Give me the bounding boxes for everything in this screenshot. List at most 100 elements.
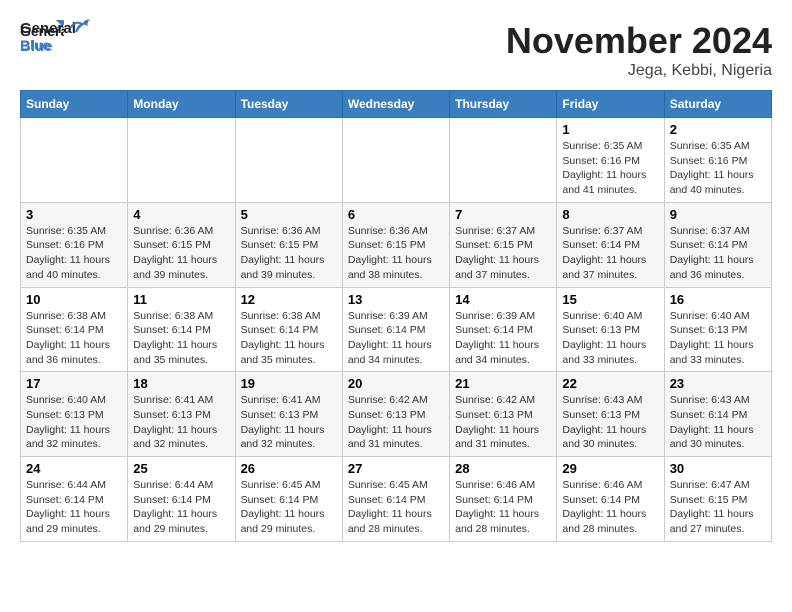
calendar-cell: 29Sunrise: 6:46 AMSunset: 6:14 PMDayligh… xyxy=(557,457,664,542)
day-number: 25 xyxy=(133,461,229,476)
day-info: Sunrise: 6:41 AMSunset: 6:13 PMDaylight:… xyxy=(241,393,337,452)
header-thursday: Thursday xyxy=(450,91,557,118)
day-info: Sunrise: 6:36 AMSunset: 6:15 PMDaylight:… xyxy=(241,224,337,283)
day-info: Sunrise: 6:43 AMSunset: 6:13 PMDaylight:… xyxy=(562,393,658,452)
logo: General Blue General Blue xyxy=(20,20,70,62)
calendar-cell: 8 Sunrise: 6:37 AMSunset: 6:14 PMDaylight… xyxy=(557,202,664,287)
day-number: 11 xyxy=(133,292,229,307)
day-info: Sunrise: 6:43 AMSunset: 6:14 PMDaylight:… xyxy=(670,393,766,452)
calendar-cell: 19 Sunrise: 6:41 AMSunset: 6:13 PMDayligh… xyxy=(235,372,342,457)
day-info: Sunrise: 6:38 AMSunset: 6:14 PMDaylight:… xyxy=(26,309,122,368)
calendar-cell: 5 Sunrise: 6:36 AMSunset: 6:15 PMDaylight… xyxy=(235,202,342,287)
calendar-cell: 4 Sunrise: 6:36 AMSunset: 6:15 PMDaylight… xyxy=(128,202,235,287)
calendar-cell: 15 Sunrise: 6:40 AMSunset: 6:13 PMDayligh… xyxy=(557,287,664,372)
title-area: November 2024 Jega, Kebbi, Nigeria xyxy=(506,20,772,80)
day-info: Sunrise: 6:39 AMSunset: 6:14 PMDaylight:… xyxy=(455,309,551,368)
location: Jega, Kebbi, Nigeria xyxy=(506,62,772,80)
day-number: 8 xyxy=(562,207,658,222)
day-info: Sunrise: 6:35 AMSunset: 6:16 PMDaylight:… xyxy=(562,139,658,198)
calendar-week-2: 3 Sunrise: 6:35 AMSunset: 6:16 PMDaylight… xyxy=(21,202,772,287)
calendar-cell: 22 Sunrise: 6:43 AMSunset: 6:13 PMDayligh… xyxy=(557,372,664,457)
calendar-cell: 23 Sunrise: 6:43 AMSunset: 6:14 PMDayligh… xyxy=(664,372,771,457)
header-saturday: Saturday xyxy=(664,91,771,118)
day-info: Sunrise: 6:35 AMSunset: 6:16 PMDaylight:… xyxy=(670,139,766,198)
calendar-header-row: Sunday Monday Tuesday Wednesday Thursday… xyxy=(21,91,772,118)
calendar-cell: 7 Sunrise: 6:37 AMSunset: 6:15 PMDaylight… xyxy=(450,202,557,287)
day-info: Sunrise: 6:38 AMSunset: 6:14 PMDaylight:… xyxy=(133,309,229,368)
day-number: 3 xyxy=(26,207,122,222)
day-info: Sunrise: 6:35 AMSunset: 6:16 PMDaylight:… xyxy=(26,224,122,283)
day-number: 18 xyxy=(133,376,229,391)
calendar-cell: 1 Sunrise: 6:35 AMSunset: 6:16 PMDaylight… xyxy=(557,118,664,203)
calendar-cell xyxy=(450,118,557,203)
calendar-cell: 10 Sunrise: 6:38 AMSunset: 6:14 PMDayligh… xyxy=(21,287,128,372)
day-number: 22 xyxy=(562,376,658,391)
header-sunday: Sunday xyxy=(21,91,128,118)
day-number: 28 xyxy=(455,461,551,476)
calendar-cell: 28 Sunrise: 6:46 AMSunset: 6:14 PMDayligh… xyxy=(450,457,557,542)
calendar-cell: 18 Sunrise: 6:41 AMSunset: 6:13 PMDayligh… xyxy=(128,372,235,457)
day-info: Sunrise: 6:40 AMSunset: 6:13 PMDaylight:… xyxy=(26,393,122,452)
day-info: Sunrise: 6:37 AMSunset: 6:14 PMDaylight:… xyxy=(670,224,766,283)
calendar-cell: 3 Sunrise: 6:35 AMSunset: 6:16 PMDaylight… xyxy=(21,202,128,287)
day-info: Sunrise: 6:41 AMSunset: 6:13 PMDaylight:… xyxy=(133,393,229,452)
day-number: 5 xyxy=(241,207,337,222)
day-info: Sunrise: 6:37 AMSunset: 6:15 PMDaylight:… xyxy=(455,224,551,283)
day-info: Sunrise: 6:38 AMSunset: 6:14 PMDaylight:… xyxy=(241,309,337,368)
calendar-cell: 6Sunrise: 6:36 AMSunset: 6:15 PMDaylight… xyxy=(342,202,449,287)
day-info: Sunrise: 6:45 AMSunset: 6:14 PMDaylight:… xyxy=(241,478,337,537)
calendar-cell: 14 Sunrise: 6:39 AMSunset: 6:14 PMDayligh… xyxy=(450,287,557,372)
day-info: Sunrise: 6:40 AMSunset: 6:13 PMDaylight:… xyxy=(670,309,766,368)
calendar-cell: 17 Sunrise: 6:40 AMSunset: 6:13 PMDayligh… xyxy=(21,372,128,457)
day-number: 24 xyxy=(26,461,122,476)
month-title: November 2024 xyxy=(506,20,772,62)
page-header: General Blue General Blue November 2024 … xyxy=(20,20,772,80)
day-number: 4 xyxy=(133,207,229,222)
day-number: 21 xyxy=(455,376,551,391)
day-info: Sunrise: 6:44 AMSunset: 6:14 PMDaylight:… xyxy=(133,478,229,537)
day-info: Sunrise: 6:37 AMSunset: 6:14 PMDaylight:… xyxy=(562,224,658,283)
day-info: Sunrise: 6:47 AMSunset: 6:15 PMDaylight:… xyxy=(670,478,766,537)
day-info: Sunrise: 6:46 AMSunset: 6:14 PMDaylight:… xyxy=(455,478,551,537)
logo-bird-icon xyxy=(68,18,90,36)
day-info: Sunrise: 6:39 AMSunset: 6:14 PMDaylight:… xyxy=(348,309,444,368)
calendar-cell: 16 Sunrise: 6:40 AMSunset: 6:13 PMDayligh… xyxy=(664,287,771,372)
day-number: 14 xyxy=(455,292,551,307)
day-number: 12 xyxy=(241,292,337,307)
calendar-week-5: 24 Sunrise: 6:44 AMSunset: 6:14 PMDayligh… xyxy=(21,457,772,542)
day-number: 17 xyxy=(26,376,122,391)
day-number: 30 xyxy=(670,461,766,476)
day-number: 16 xyxy=(670,292,766,307)
header-tuesday: Tuesday xyxy=(235,91,342,118)
day-number: 19 xyxy=(241,376,337,391)
day-number: 1 xyxy=(562,122,658,137)
day-info: Sunrise: 6:44 AMSunset: 6:14 PMDaylight:… xyxy=(26,478,122,537)
day-info: Sunrise: 6:40 AMSunset: 6:13 PMDaylight:… xyxy=(562,309,658,368)
calendar-cell: 11 Sunrise: 6:38 AMSunset: 6:14 PMDayligh… xyxy=(128,287,235,372)
day-number: 15 xyxy=(562,292,658,307)
day-info: Sunrise: 6:36 AMSunset: 6:15 PMDaylight:… xyxy=(348,224,444,283)
calendar-cell xyxy=(128,118,235,203)
calendar-cell: 9 Sunrise: 6:37 AMSunset: 6:14 PMDaylight… xyxy=(664,202,771,287)
calendar-cell: 12 Sunrise: 6:38 AMSunset: 6:14 PMDayligh… xyxy=(235,287,342,372)
calendar-week-3: 10 Sunrise: 6:38 AMSunset: 6:14 PMDayligh… xyxy=(21,287,772,372)
day-number: 9 xyxy=(670,207,766,222)
calendar-table: Sunday Monday Tuesday Wednesday Thursday… xyxy=(20,90,772,542)
day-number: 13 xyxy=(348,292,444,307)
day-number: 20 xyxy=(348,376,444,391)
header-wednesday: Wednesday xyxy=(342,91,449,118)
day-number: 27 xyxy=(348,461,444,476)
day-info: Sunrise: 6:36 AMSunset: 6:15 PMDaylight:… xyxy=(133,224,229,283)
day-number: 23 xyxy=(670,376,766,391)
day-number: 7 xyxy=(455,207,551,222)
calendar-cell: 20 Sunrise: 6:42 AMSunset: 6:13 PMDayligh… xyxy=(342,372,449,457)
day-info: Sunrise: 6:42 AMSunset: 6:13 PMDaylight:… xyxy=(348,393,444,452)
calendar-cell: 30 Sunrise: 6:47 AMSunset: 6:15 PMDayligh… xyxy=(664,457,771,542)
calendar-cell: 26Sunrise: 6:45 AMSunset: 6:14 PMDayligh… xyxy=(235,457,342,542)
calendar-cell xyxy=(342,118,449,203)
day-number: 10 xyxy=(26,292,122,307)
calendar-cell xyxy=(21,118,128,203)
calendar-cell: 21Sunrise: 6:42 AMSunset: 6:13 PMDayligh… xyxy=(450,372,557,457)
calendar-week-1: 1 Sunrise: 6:35 AMSunset: 6:16 PMDaylight… xyxy=(21,118,772,203)
day-number: 29 xyxy=(562,461,658,476)
